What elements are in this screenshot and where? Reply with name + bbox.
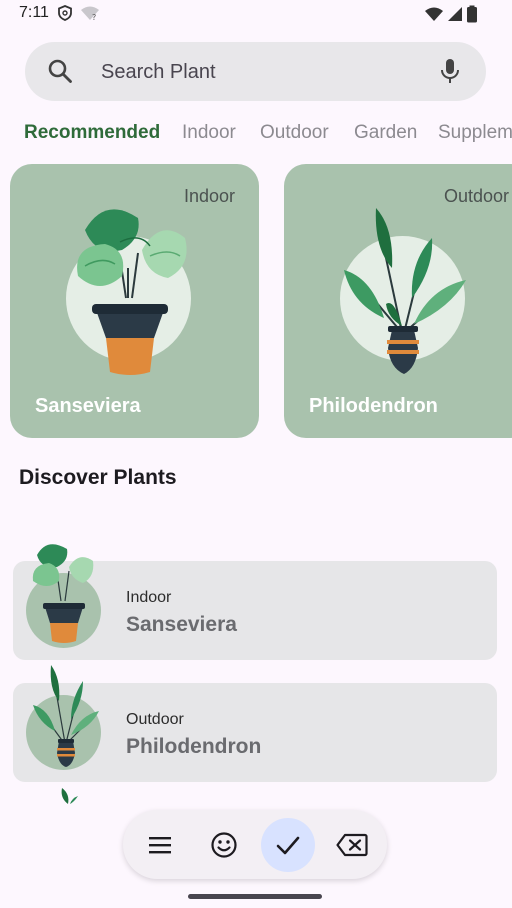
menu-button[interactable] xyxy=(133,818,187,872)
philodendron-plant-thumbnail xyxy=(33,665,99,767)
status-bar: 7:11 ? xyxy=(0,0,512,28)
tab-outdoor[interactable]: Outdoor xyxy=(260,122,329,144)
backspace-button[interactable] xyxy=(325,818,379,872)
status-time: 7:11 xyxy=(19,4,49,21)
list-item[interactable]: Outdoor Philodendron xyxy=(13,665,497,782)
featured-card-sanseviera[interactable]: Indoor Sanseviera xyxy=(10,164,259,438)
category-tabs: Recommended Indoor Outdoor Garden Supple… xyxy=(0,118,512,148)
list-item[interactable]: Indoor Sanseviera xyxy=(13,544,497,660)
sanseviera-plant-thumbnail xyxy=(32,544,94,643)
menu-icon xyxy=(149,837,171,854)
sanseviera-plant-illustration xyxy=(77,209,187,375)
mic-icon[interactable] xyxy=(438,58,462,84)
svg-text:?: ? xyxy=(92,13,96,21)
search-input[interactable] xyxy=(99,57,443,87)
confirm-button[interactable] xyxy=(261,818,315,872)
philodendron-plant-illustration xyxy=(344,208,466,374)
card-plant-name: Sanseviera xyxy=(35,395,141,417)
section-title: Discover Plants xyxy=(19,466,177,489)
emoji-icon xyxy=(211,832,237,858)
home-indicator[interactable] xyxy=(188,894,322,899)
tab-indoor[interactable]: Indoor xyxy=(182,122,236,144)
wifi-icon xyxy=(425,7,443,21)
signal-icon xyxy=(448,7,462,21)
item-name: Sanseviera xyxy=(126,613,237,636)
emoji-button[interactable] xyxy=(197,818,251,872)
card-plant-name: Philodendron xyxy=(309,395,438,417)
tab-recommended[interactable]: Recommended xyxy=(24,122,160,144)
item-name: Philodendron xyxy=(126,735,262,758)
item-category: Outdoor xyxy=(126,711,184,728)
featured-card-philodendron[interactable]: Outdoor Philodendron xyxy=(284,164,512,438)
bottom-toolbar xyxy=(123,810,387,879)
backspace-icon xyxy=(336,833,368,857)
search-icon[interactable] xyxy=(47,58,73,84)
tab-garden[interactable]: Garden xyxy=(354,122,417,144)
check-icon xyxy=(276,836,300,855)
shield-icon xyxy=(58,5,72,21)
item-category: Indoor xyxy=(126,589,172,606)
tab-supplement[interactable]: Supplement xyxy=(438,122,512,144)
plant-peek-illustration xyxy=(61,788,78,804)
wifi-question-icon: ? xyxy=(81,6,99,21)
battery-icon xyxy=(467,5,477,23)
search-bar[interactable] xyxy=(25,42,486,101)
